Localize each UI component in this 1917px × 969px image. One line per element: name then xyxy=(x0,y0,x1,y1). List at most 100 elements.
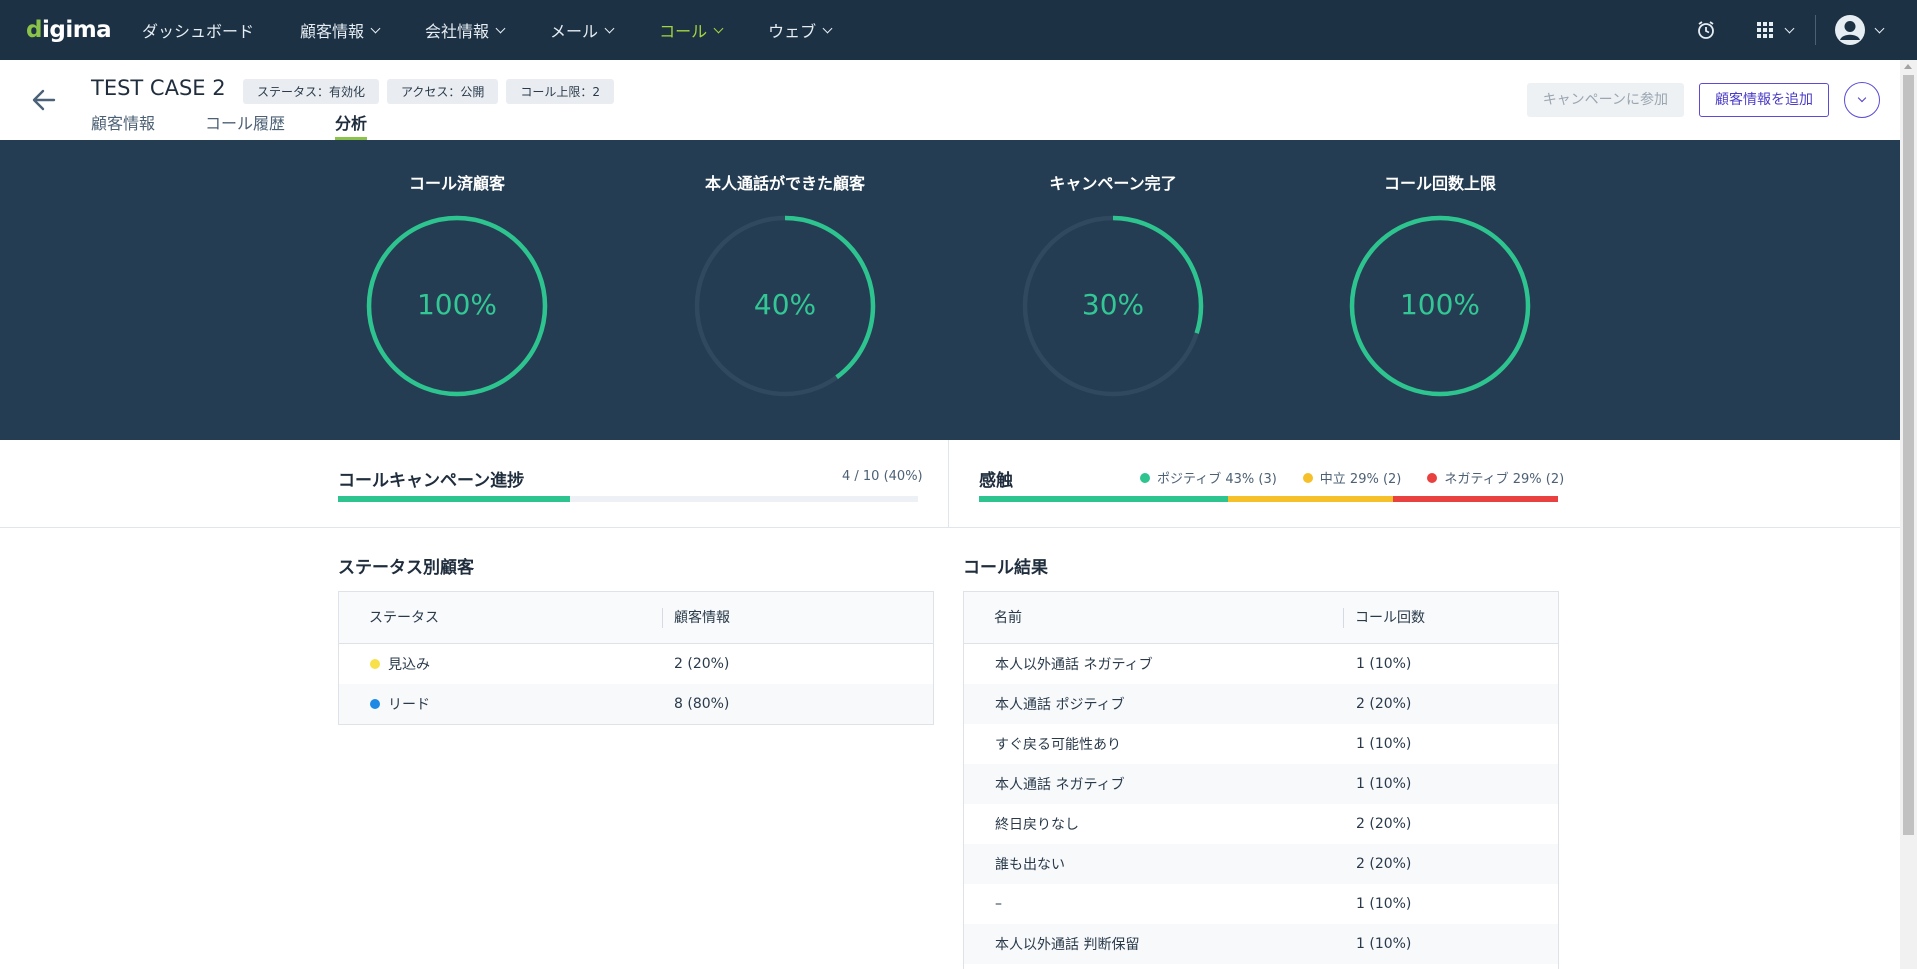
campaign-progress-bar xyxy=(338,496,918,502)
stat-value: 40% xyxy=(753,288,817,321)
nav-dashboard[interactable]: ダッシュボード xyxy=(142,0,254,60)
logo-text: igima xyxy=(41,17,112,43)
table-row: 終日戻りなし 2 (20%) xyxy=(964,804,1558,844)
legend-label: 中立 29% (2) xyxy=(1319,472,1402,487)
stat-label: 本人通話ができた顧客 xyxy=(704,174,865,193)
back-arrow-icon[interactable] xyxy=(30,86,58,114)
value-cell: 1 (10%) xyxy=(1356,936,1412,952)
progress-section: コールキャンペーン進捗 4 / 10 (40%) 感触 ポジティブ 43% (3… xyxy=(0,440,1900,528)
tab-analysis[interactable]: 分析 xyxy=(335,110,368,140)
stat-value: 100% xyxy=(1399,288,1481,321)
chevron-down-icon xyxy=(1874,23,1885,33)
value-cell: 2 (20%) xyxy=(674,656,730,672)
sentiment-legend: ポジティブ 43% (3) 中立 29% (2) ネガティブ 29% (2) xyxy=(1140,468,1564,487)
stat-label: コール済顧客 xyxy=(408,174,505,193)
apps-grid-icon[interactable] xyxy=(1756,21,1795,39)
sub-tabs: 顧客情報 コール履歴 分析 xyxy=(91,110,417,140)
negative-dot xyxy=(1427,472,1438,483)
name-cell: 本人以外通話 ネガティブ xyxy=(995,657,1153,673)
stat-reached-customers: 本人通話ができた顧客 40% xyxy=(665,140,905,398)
sentiment-negative-segment xyxy=(1392,496,1558,502)
table-row: すぐ戻る可能性あり 1 (10%) xyxy=(964,724,1558,764)
section-divider xyxy=(948,440,949,528)
table-row: リード 8 (80%) xyxy=(339,684,933,724)
chevron-down-icon xyxy=(822,23,833,33)
page-scrollbar[interactable] xyxy=(1900,60,1917,969)
table-row: 本人通話 ネガティブ 1 (10%) xyxy=(964,764,1558,804)
stat-campaign-complete: キャンペーン完了 30% xyxy=(993,140,1233,398)
legend-positive: ポジティブ 43% (3) xyxy=(1140,468,1277,487)
chevron-down-icon xyxy=(1784,23,1795,33)
table-header: 名前 コール回数 xyxy=(964,592,1558,644)
name-cell: 誰も出ない xyxy=(995,857,1065,873)
name-cell: 本人通話 ポジティブ xyxy=(995,697,1125,713)
tab-customers[interactable]: 顧客情報 xyxy=(91,110,155,140)
call-limit-badge: コール上限：2 xyxy=(506,79,615,104)
sentiment-title: 感触 xyxy=(979,471,1013,491)
table-row: 本人以外通話 判断保留 1 (10%) xyxy=(964,924,1558,964)
nav-label: ダッシュボード xyxy=(142,22,255,41)
value-cell: 8 (80%) xyxy=(674,696,730,712)
header-actions: キャンペーンに参加 顧客情報を追加 xyxy=(1526,82,1880,118)
stat-label: キャンペーン完了 xyxy=(1049,174,1177,193)
chevron-down-icon xyxy=(713,23,724,33)
sentiment-positive-segment xyxy=(979,496,1228,502)
sentiment-neutral-segment xyxy=(1227,496,1393,502)
status-table-title: ステータス別顧客 xyxy=(338,558,474,578)
add-customer-button[interactable]: 顧客情報を追加 xyxy=(1699,83,1829,117)
nav-label: 顧客情報 xyxy=(300,22,365,41)
table-row: – 1 (10%) xyxy=(964,884,1558,924)
neutral-dot xyxy=(1302,472,1313,483)
top-nav: d igima ダッシュボード 顧客情報 会社情報 メール コール ウェブ xyxy=(0,0,1917,60)
sentiment-bar xyxy=(979,496,1558,502)
table-row: 見込み 2 (20%) xyxy=(339,644,933,684)
page-title: TEST CASE 2 xyxy=(91,76,226,100)
name-cell: – xyxy=(995,896,1002,912)
status-dot xyxy=(370,659,380,669)
user-avatar-icon[interactable] xyxy=(1834,14,1885,46)
name-cell: 本人以外通話 判断保留 xyxy=(995,937,1140,953)
tab-call-history[interactable]: コール履歴 xyxy=(205,110,285,140)
chevron-down-icon xyxy=(1857,93,1867,103)
value-cell: 1 (10%) xyxy=(1356,896,1412,912)
status-badge: ステータス：有効化 xyxy=(243,79,380,104)
nav-customers[interactable]: 顧客情報 xyxy=(300,0,381,60)
value-cell: 1 (10%) xyxy=(1356,656,1412,672)
more-options-button[interactable] xyxy=(1844,82,1880,118)
chevron-down-icon xyxy=(370,23,381,33)
nav-call[interactable]: コール xyxy=(659,0,724,60)
table-row: 誰も出ない 2 (20%) xyxy=(964,844,1558,884)
stat-value: 100% xyxy=(416,288,498,321)
chevron-down-icon xyxy=(495,23,506,33)
status-label: リード xyxy=(388,697,430,713)
header-status: ステータス xyxy=(369,609,439,626)
scroll-up-arrow-icon[interactable] xyxy=(1904,64,1912,69)
scrollbar-thumb[interactable] xyxy=(1903,75,1914,835)
value-cell: 2 (20%) xyxy=(1356,816,1412,832)
nav-companies[interactable]: 会社情報 xyxy=(425,0,506,60)
nav-web[interactable]: ウェブ xyxy=(768,0,833,60)
header-name: 名前 xyxy=(994,609,1022,626)
nav-label: メール xyxy=(550,22,599,41)
legend-neutral: 中立 29% (2) xyxy=(1302,468,1402,487)
legend-label: ネガティブ 29% (2) xyxy=(1444,472,1565,487)
name-cell: 本人通話 ネガティブ xyxy=(995,777,1125,793)
nav-label: コール xyxy=(659,22,708,41)
legend-negative: ネガティブ 29% (2) xyxy=(1427,468,1564,487)
campaign-progress-title: コールキャンペーン進捗 xyxy=(338,471,525,491)
stat-label: コール回数上限 xyxy=(1383,174,1496,193)
alarm-clock-icon[interactable] xyxy=(1696,20,1716,40)
digima-logo[interactable]: d igima xyxy=(26,15,112,45)
status-cell: 見込み xyxy=(339,654,674,674)
table-row: 本人以外通話 ネガティブ 1 (10%) xyxy=(964,644,1558,684)
value-cell: 2 (20%) xyxy=(1356,856,1412,872)
call-results-table: 名前 コール回数 本人以外通話 ネガティブ 1 (10%) 本人通話 ポジティブ 2… xyxy=(963,591,1559,969)
join-campaign-button[interactable]: キャンペーンに参加 xyxy=(1526,83,1684,117)
stats-band: コール済顧客 100% 本人通話ができた顧客 40% キャンペーン完了 30% … xyxy=(0,140,1900,440)
positive-dot xyxy=(1140,472,1150,483)
header-call-count: コール回数 xyxy=(1355,609,1425,626)
nav-mail[interactable]: メール xyxy=(550,0,615,60)
campaign-progress-fill xyxy=(338,496,570,502)
campaign-badges: ステータス：有効化 アクセス：公開 コール上限：2 xyxy=(243,79,622,104)
stat-value: 30% xyxy=(1081,288,1145,321)
